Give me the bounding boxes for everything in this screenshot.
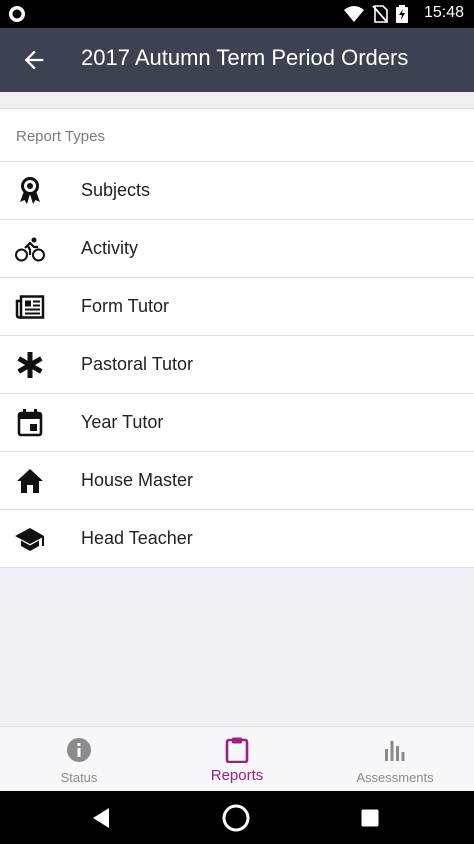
award-ribbon-icon [15,177,45,205]
report-type-label: Pastoral Tutor [81,354,194,374]
tab-label: Assessments [356,770,434,785]
home-icon [15,467,45,495]
app-bar: 2017 Autumn Term Period Orders [0,28,474,92]
calendar-icon [15,409,45,437]
bottom-tab-bar: Status Reports Assessments [0,726,474,792]
nav-home-icon[interactable] [221,803,251,833]
back-arrow-icon[interactable] [20,46,48,74]
asterisk-icon [15,351,45,379]
status-bar: 15:48 [0,0,474,28]
report-type-label: Subjects [81,180,151,200]
info-icon [67,738,91,762]
report-type-year-tutor[interactable]: Year Tutor [0,394,474,452]
bicycle-icon [15,235,45,263]
status-icons [344,5,408,23]
tab-status[interactable]: Status [0,727,158,792]
tab-label: Reports [210,767,264,784]
nav-back-icon[interactable] [86,803,116,833]
report-type-label: Form Tutor [81,296,170,316]
clipboard-icon [225,737,249,763]
page-title: 2017 Autumn Term Period Orders [81,45,409,70]
report-type-label: House Master [81,470,194,490]
nav-recents-icon[interactable] [355,803,385,833]
report-types-list: Report Types Subjects Activity Form Tuto… [0,108,474,568]
no-sim-icon [372,5,388,23]
bar-chart-icon [385,741,405,761]
report-type-label: Head Teacher [81,528,193,548]
tab-assessments[interactable]: Assessments [316,727,474,792]
battery-charging-icon [396,5,408,23]
report-type-head-teacher[interactable]: Head Teacher [0,510,474,567]
tab-reports[interactable]: Reports [158,727,316,792]
report-type-activity[interactable]: Activity [0,220,474,278]
report-type-house-master[interactable]: House Master [0,452,474,510]
report-type-form-tutor[interactable]: Form Tutor [0,278,474,336]
report-type-label: Activity [81,238,139,258]
tab-label: Status [60,770,98,785]
newspaper-icon [15,293,45,321]
graduation-cap-icon [15,525,45,553]
recording-icon [9,6,25,22]
status-time: 15:48 [423,4,464,21]
wifi-icon [344,6,364,22]
system-navigation-bar [0,791,474,844]
section-header: Report Types [0,109,474,162]
report-type-label: Year Tutor [81,412,164,432]
report-type-pastoral-tutor[interactable]: Pastoral Tutor [0,336,474,394]
report-type-subjects[interactable]: Subjects [0,162,474,220]
